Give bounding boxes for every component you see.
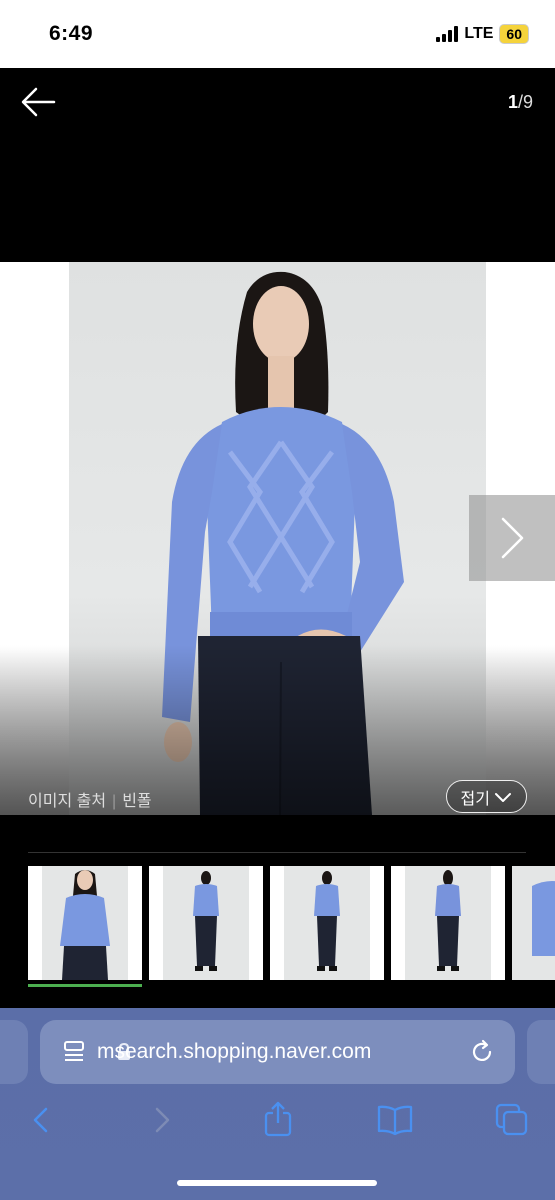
previous-tab-preview[interactable] <box>0 1020 28 1084</box>
back-button[interactable] <box>18 84 58 120</box>
thumbnail-4[interactable] <box>391 866 505 980</box>
page-total: /9 <box>517 92 533 112</box>
status-indicators: LTE 60 <box>436 24 529 44</box>
thumbnail-figure <box>314 871 340 971</box>
product-image[interactable]: 이미지 출처 | 빈폴 접기 <box>0 262 555 815</box>
collapse-button[interactable]: 접기 <box>445 780 527 813</box>
thumbnail-3[interactable] <box>270 866 384 980</box>
thumbnail-5[interactable] <box>512 866 555 980</box>
image-source: 이미지 출처 | 빈폴 <box>28 793 152 810</box>
battery-icon: 60 <box>499 24 529 44</box>
thumbnail-2[interactable] <box>149 866 263 980</box>
page-indicator: 1/9 <box>508 92 533 113</box>
thumbnail-figure <box>193 871 219 971</box>
chevron-right-icon <box>501 517 524 559</box>
thumbnail-divider <box>28 852 526 853</box>
share-icon[interactable] <box>261 1101 295 1137</box>
thumbnail-figure <box>435 870 461 971</box>
url-text[interactable]: msearch.shopping.naver.com <box>97 1040 371 1064</box>
arrow-left-icon <box>21 87 56 117</box>
network-type: LTE <box>464 25 494 42</box>
page-current: 1 <box>507 92 518 112</box>
status-time: 6:49 <box>49 22 94 45</box>
viewer-header: 1/9 <box>0 68 555 262</box>
thumbnail-1[interactable] <box>28 866 142 980</box>
status-bar: 6:49 LTE 60 <box>0 0 555 68</box>
image-source-name: 빈폴 <box>122 793 152 810</box>
thumbnail-figure <box>532 881 555 956</box>
tabs-icon[interactable] <box>494 1102 530 1138</box>
selected-thumbnail-indicator <box>28 984 142 987</box>
reload-icon[interactable] <box>470 1039 496 1065</box>
next-image-button[interactable] <box>469 495 555 581</box>
nav-back-icon[interactable] <box>26 1105 56 1135</box>
thumbnail-figure <box>60 870 110 980</box>
next-tab-preview[interactable] <box>527 1020 555 1084</box>
signal-icon <box>436 26 459 42</box>
nav-forward-icon[interactable] <box>147 1105 177 1135</box>
home-indicator <box>177 1180 377 1186</box>
image-source-label: 이미지 출처 <box>28 793 107 810</box>
reader-mode-icon[interactable] <box>62 1039 88 1065</box>
browser-toolbar: msearch.shopping.naver.com <box>0 1008 555 1200</box>
collapse-label: 접기 <box>460 790 490 808</box>
thumbnail-strip[interactable] <box>28 866 555 990</box>
book-icon[interactable] <box>376 1104 414 1136</box>
chevron-down-icon <box>495 792 511 802</box>
